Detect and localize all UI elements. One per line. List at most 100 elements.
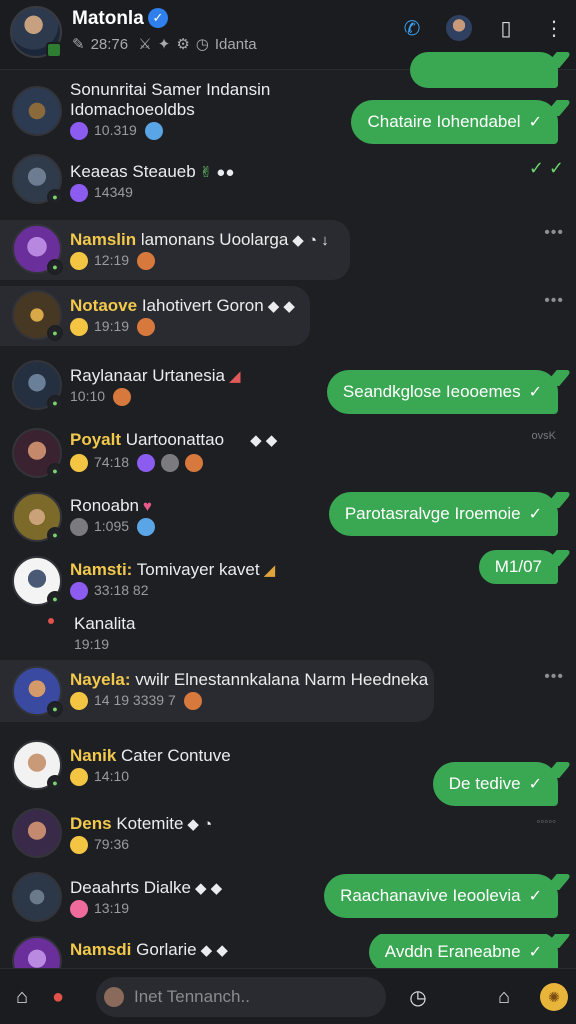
avatar [12, 808, 62, 858]
avatar: ● [12, 224, 63, 275]
chat-name: Raylanaar Urtanesia ◢ [70, 366, 241, 385]
list-item[interactable]: Deaahrts Dialke ◆ ◆ 13:19 Raachanavive Ie… [0, 870, 576, 932]
phone-call-icon[interactable]: ✆ [398, 14, 426, 42]
outgoing-bubble[interactable]: Seandkglose Ieooemes ✓ [326, 370, 558, 414]
chat-name: Namsdi Gorlarie ◆ ◆ [70, 940, 228, 959]
pencil-icon: ✎ [72, 36, 85, 53]
sticker-coin-icon[interactable]: ✺ [540, 983, 568, 1011]
emoji-icon [70, 836, 88, 855]
badge-icon: ⚙ [176, 36, 190, 53]
search-bar[interactable] [96, 977, 386, 1017]
chat-name: Sonunritai Samer Indansin [70, 80, 271, 99]
list-item[interactable]: Sonunritai Samer Indansin Idomachoeoldbs… [0, 78, 576, 150]
verified-icon: ✓ [148, 8, 168, 28]
list-item[interactable]: ● Raylanaar Urtanesia ◢ 10:10 Seandkglose… [0, 356, 576, 418]
status-badge [46, 42, 62, 58]
profile-avatar[interactable] [10, 6, 62, 58]
more-icon[interactable]: ••• [544, 668, 564, 686]
list-item[interactable]: ● Namsti: Tomivayer kavet ◢ 33:18 82 M1/0… [0, 550, 576, 614]
chat-time: 79:36 [94, 836, 130, 852]
list-item[interactable]: ● Namslin lamonans Uoolarga ◆ ◔ ↓ 12:19 •… [0, 218, 576, 280]
phone-device-icon[interactable]: ▯ [492, 14, 520, 42]
header-sub-label: Idanta [214, 36, 257, 53]
settings-icon [70, 518, 88, 537]
list-item[interactable]: ● Keaeas Steaueb ✌ ●● 14349 ✓ ✓ [0, 152, 576, 214]
house-outline-icon[interactable]: ⌂ [490, 983, 518, 1011]
list-item[interactable]: Namsdi Gorlarie ◆ ◆ Avddn Eraneabne ✓ [0, 934, 576, 968]
avatar [12, 936, 62, 968]
chat-name: Keaeas Steaueb ✌ ●● [70, 162, 235, 181]
chat-time: 13:19 [94, 900, 130, 916]
search-icon [104, 987, 124, 1007]
outgoing-bubble[interactable]: Chataire Iohendabel ✓ [351, 100, 558, 144]
outgoing-bubble[interactable]: De tedive ✓ [432, 762, 558, 806]
avatar: ● [12, 492, 63, 543]
game-icon: ⚔ [138, 36, 152, 53]
home-icon[interactable]: ⌂ [8, 983, 36, 1011]
chat-time: 14349 [94, 184, 133, 200]
chat-time: 33:18 82 [94, 582, 149, 598]
chat-name: Poyalt Uartoonattao ◆ ◆ [70, 430, 278, 449]
emoji-icon [70, 252, 88, 271]
outgoing-bubble[interactable]: M1/07 [478, 550, 558, 584]
chat-name: Dens Kotemite ◆ ◔ [70, 814, 213, 833]
chat-name: Namsti: Tomivayer kavet ◢ [70, 560, 276, 579]
avatar [12, 872, 62, 922]
avatar: ● [12, 556, 63, 607]
bottom-bar: ⌂ ● ◷ ⌂ ✺ [0, 968, 576, 1024]
outgoing-bubble[interactable]: Parotasralvge Iroemoie ✓ [328, 492, 558, 536]
list-item[interactable]: Dens Kotemite ◆ ◔ 79:36 ◦◦◦◦◦ [0, 806, 576, 868]
ghost-icon [144, 122, 163, 141]
search-input[interactable] [134, 985, 374, 1009]
page-title: Matonla [72, 8, 144, 29]
chat-name: Deaahrts Dialke ◆ ◆ [70, 878, 223, 897]
list-item[interactable]: ● Poyalt Uartoonattao ◆ ◆ 74:18 ovsK [0, 424, 576, 486]
avatar [12, 86, 62, 136]
chat-name: Kanalita [74, 614, 136, 633]
list-item[interactable]: ● Notaove Iahotivert Goron ◆ ◆ 19:19 ••• [0, 286, 576, 348]
chat-name-line2: Idomachoeoldbs [70, 100, 195, 119]
chat-time: 1:095 [94, 518, 130, 534]
avatar: ● [12, 740, 63, 791]
check-icon: ✓ [528, 114, 542, 131]
outgoing-bubble[interactable]: Avddn Eraneabne ✓ [368, 934, 558, 968]
profile-avatar-icon[interactable] [446, 15, 472, 41]
small-mark: ◦◦◦◦◦ [536, 816, 557, 828]
gem-icon [70, 582, 88, 601]
small-mark: ovsK [531, 430, 556, 442]
more-icon[interactable]: ••• [544, 224, 564, 242]
avatar: ● [12, 666, 63, 717]
avatar: ● [12, 154, 63, 205]
clock-icon: ◷ [195, 36, 209, 53]
avatar: ● [12, 290, 63, 341]
list-item[interactable]: Kanalita 19:19 [0, 614, 576, 654]
unread-dot [48, 618, 54, 624]
record-icon[interactable]: ● [44, 983, 72, 1011]
chat-time: 10:10 [70, 388, 106, 404]
more-icon[interactable]: ••• [544, 292, 564, 310]
list-item[interactable]: ● Ronoabn ♥ 1:095 Parotasralvge Iroemoie ✓ [0, 488, 576, 550]
avatar: ● [12, 360, 63, 411]
gem-icon [70, 122, 88, 141]
list-item[interactable]: ● Nayela: vwilr Elnestannkalana Narm Hee… [0, 660, 576, 724]
list-item[interactable]: ● Nanik Cater Contuve 14:10 De tedive ✓ [0, 738, 576, 806]
chat-time: 10.319 [94, 122, 137, 138]
emoji-icon [70, 692, 88, 711]
emoji-icon [70, 454, 88, 473]
chat-time: 74:18 [94, 454, 130, 470]
chat-name: Namslin lamonans Uoolarga ◆ ◔ ↓ [70, 230, 329, 249]
gem-icon [70, 184, 88, 203]
chat-time: 14:10 [94, 768, 130, 784]
avatar: ● [12, 428, 63, 479]
chat-time: 19:19 [94, 318, 130, 334]
outgoing-bubble[interactable]: Raachanavive Ieoolevia ✓ [324, 874, 558, 918]
emoji-icon [70, 318, 88, 337]
chat-name: Ronoabn ♥ [70, 496, 152, 515]
more-vertical-icon[interactable]: ⋮ [540, 14, 568, 42]
emoji-icon [70, 900, 88, 919]
header-subtitle: ✎ 28:76 ⚔ ✦ ⚙ ◷ Idanta [72, 35, 263, 53]
chat-time: 19:19 [74, 636, 110, 652]
gem-icon: ✦ [157, 36, 171, 53]
timer-icon[interactable]: ◷ [404, 983, 432, 1011]
chat-name: Nayela: vwilr Elnestannkalana Narm Heedn… [70, 670, 429, 689]
